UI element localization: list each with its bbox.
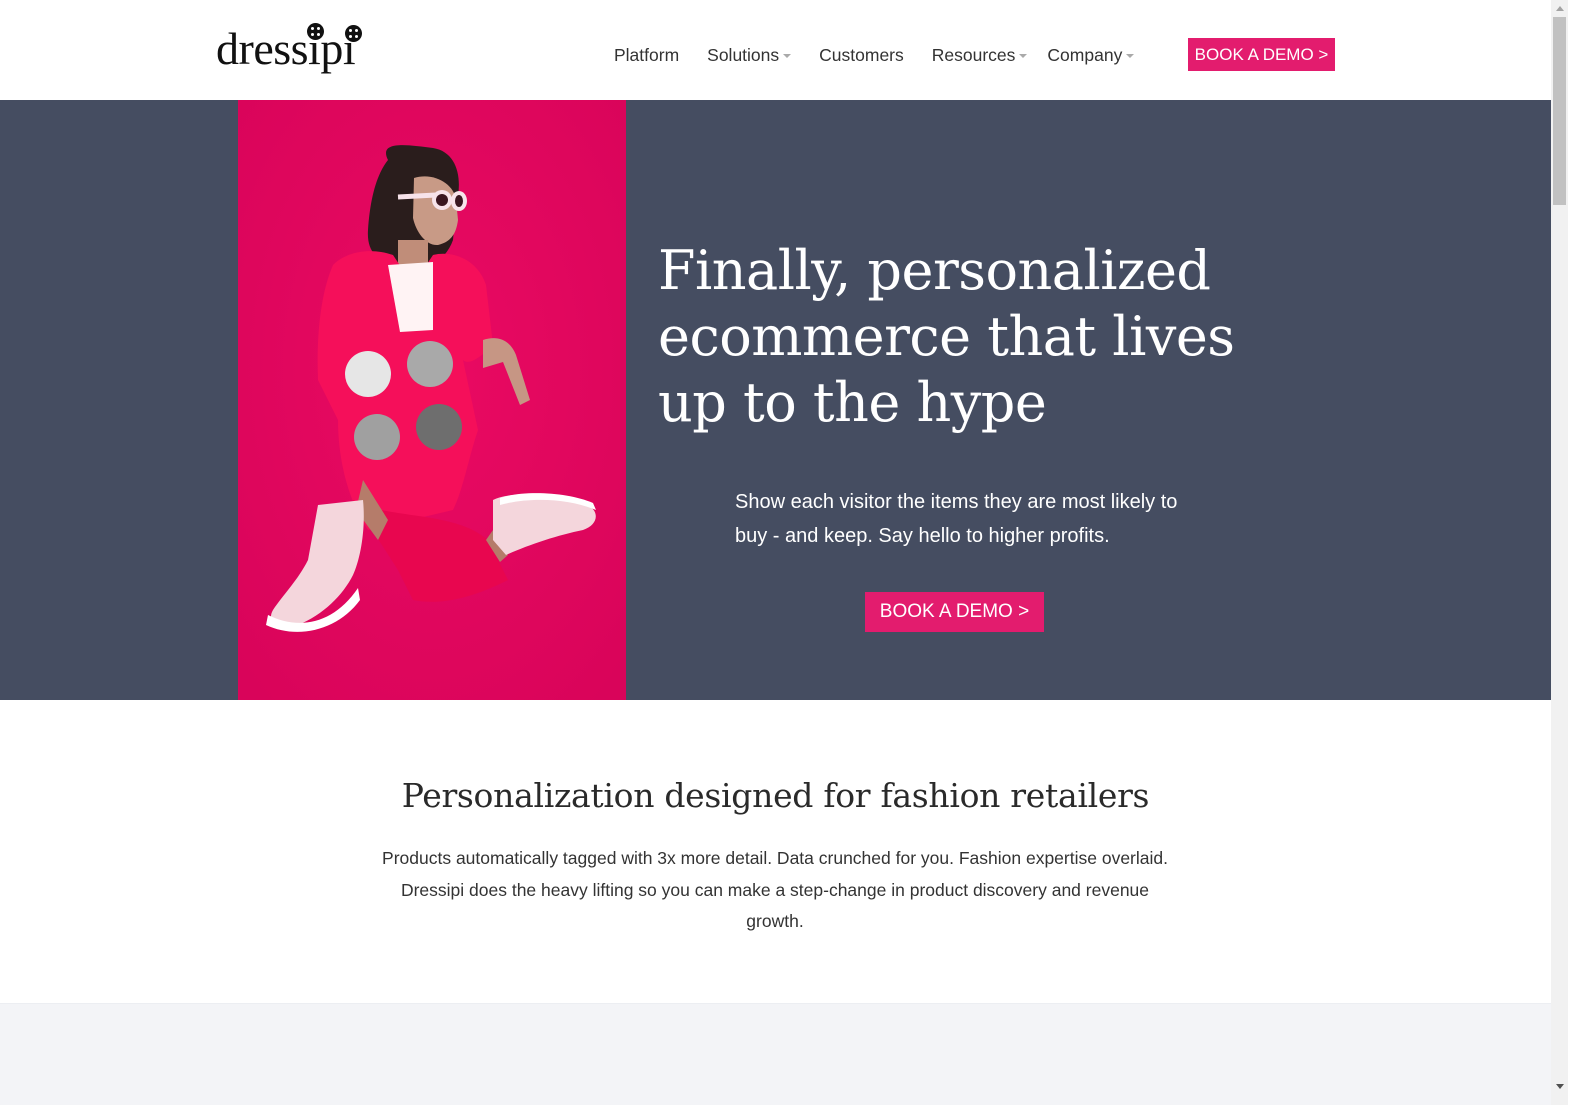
logo-button-icon xyxy=(345,25,362,42)
arrow-down-icon xyxy=(1555,1084,1564,1089)
chevron-down-icon xyxy=(783,54,792,58)
scroll-up-button[interactable] xyxy=(1551,0,1568,17)
page: dressipi Platform Solutions Customers Re… xyxy=(0,0,1551,1105)
nav-item-label: Resources xyxy=(931,44,1016,65)
chevron-down-icon xyxy=(1019,54,1028,58)
scroll-down-button[interactable] xyxy=(1551,1078,1568,1095)
color-swatch-mid xyxy=(407,341,453,387)
nav-item-label: Solutions xyxy=(707,44,780,65)
model-illustration xyxy=(238,100,626,700)
hero-book-demo-button[interactable]: BOOK A DEMO > xyxy=(865,592,1044,632)
arrow-up-icon xyxy=(1555,6,1564,11)
nav-item-customers[interactable]: Customers xyxy=(819,45,904,66)
logo-wordmark: dressipi xyxy=(216,23,356,74)
scrollbar-thumb[interactable] xyxy=(1553,17,1566,205)
vertical-scrollbar[interactable] xyxy=(1551,0,1568,1105)
nav-item-label: Customers xyxy=(819,44,904,65)
nav-item-label: Platform xyxy=(614,44,680,65)
intro-section: Personalization designed for fashion ret… xyxy=(0,700,1551,1003)
nav-item-platform[interactable]: Platform xyxy=(614,45,679,66)
next-section xyxy=(0,1003,1551,1105)
hero-image xyxy=(238,100,626,700)
intro-title: Personalization designed for fashion ret… xyxy=(401,776,1150,815)
site-header: dressipi Platform Solutions Customers Re… xyxy=(0,0,1551,100)
hero-section: Finally, personalized ecommerce that liv… xyxy=(0,100,1551,700)
intro-body: Products automatically tagged with 3x mo… xyxy=(382,848,1168,931)
color-swatch-dark xyxy=(416,404,462,450)
main-nav: Platform Solutions Customers Resources C… xyxy=(614,38,1154,72)
hero-subtitle: Show each visitor the items they are mos… xyxy=(735,491,1178,547)
nav-item-resources[interactable]: Resources xyxy=(932,45,1028,66)
dressipi-logo[interactable]: dressipi xyxy=(216,18,366,78)
nav-item-label: Company xyxy=(1047,44,1123,65)
chevron-down-icon xyxy=(1126,54,1135,58)
nav-item-company[interactable]: Company xyxy=(1047,44,1135,66)
logo-button-icon xyxy=(307,23,324,40)
hero-title: Finally, personalized ecommerce that liv… xyxy=(658,239,1235,434)
window-edge xyxy=(1568,0,1584,1105)
color-swatch-light xyxy=(345,351,391,397)
color-swatch-mid-2 xyxy=(354,414,400,460)
nav-item-solutions[interactable]: Solutions xyxy=(707,44,792,66)
header-book-demo-button[interactable]: BOOK A DEMO > xyxy=(1188,38,1335,71)
